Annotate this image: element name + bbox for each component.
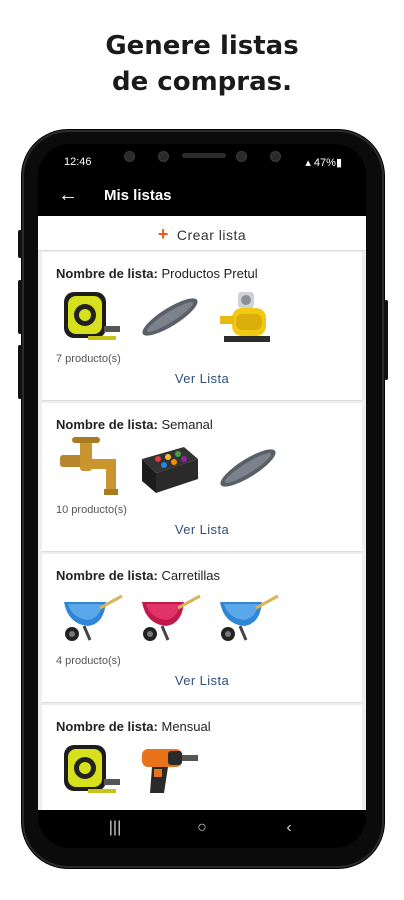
back-arrow-icon[interactable]: ← [58, 184, 78, 207]
camera-dot-icon [270, 151, 281, 162]
drill-icon[interactable] [138, 739, 202, 799]
product-count: 4 producto(s) [56, 655, 121, 667]
headline-line-2: de compras. [112, 67, 292, 97]
camera-dot-icon [158, 151, 169, 162]
phone-side-button [18, 280, 22, 334]
phone-side-button [18, 345, 22, 399]
list-name-value: Productos Pretul [161, 266, 258, 281]
camera-dot-icon [124, 151, 135, 162]
headline: Genere listas de compras. [0, 28, 404, 100]
system-nav-bar: ||| ○ ‹ [38, 810, 366, 848]
list-name-label: Nombre de lista: [56, 266, 158, 281]
signal-icon: ▴ [305, 157, 311, 169]
view-list-link[interactable]: Ver Lista [42, 371, 362, 386]
list-name-value: Carretillas [161, 568, 220, 583]
tape-measure-icon[interactable] [60, 286, 124, 346]
list-name-label: Nombre de lista: [56, 568, 158, 583]
camera-dot-icon [236, 151, 247, 162]
wheelbarrow-blue-icon[interactable] [60, 588, 124, 648]
product-count: 10 producto(s) [56, 504, 127, 516]
list-name-label: Nombre de lista: [56, 417, 158, 432]
toolbox-icon[interactable] [138, 437, 202, 497]
battery-indicator: ▴ 47%▮ [305, 156, 342, 169]
plus-icon: + [157, 224, 169, 244]
faucet-icon[interactable] [60, 437, 124, 497]
list-name: Nombre de lista: Semanal [56, 417, 213, 432]
recents-icon[interactable]: ||| [100, 819, 130, 837]
list-name-label: Nombre de lista: [56, 719, 158, 734]
status-time: 12:46 [64, 156, 92, 168]
wheelbarrow-blue-icon[interactable] [216, 588, 280, 648]
list-name: Nombre de lista: Carretillas [56, 568, 220, 583]
create-list-label: Crear lista [176, 227, 247, 243]
lists-container: + Crear lista Nombre de lista: Productos … [38, 216, 366, 810]
list-name-value: Mensual [161, 719, 211, 734]
phone-side-button [18, 230, 22, 258]
list-card: Nombre de lista: Carretillas 4 producto(… [42, 554, 362, 703]
page-title: Mis listas [104, 187, 172, 204]
list-name-value: Semanal [161, 417, 213, 432]
speaker-icon [182, 153, 226, 158]
create-list-button[interactable]: + Crear lista [38, 216, 366, 251]
list-card: Nombre de lista: Semanal 10 producto(s) … [42, 403, 362, 552]
product-thumbnails [60, 588, 360, 648]
status-bar: 12:46 ▴ 47%▮ [38, 144, 366, 178]
cover-icon[interactable] [216, 437, 280, 497]
tape-measure-icon[interactable] [60, 739, 124, 799]
view-list-link[interactable]: Ver Lista [42, 522, 362, 537]
product-thumbnails [60, 437, 360, 497]
list-card: Nombre de lista: Productos Pretul 7 prod… [42, 252, 362, 401]
home-icon[interactable]: ○ [187, 819, 217, 837]
product-count: 7 producto(s) [56, 353, 121, 365]
list-name: Nombre de lista: Productos Pretul [56, 266, 258, 281]
phone-side-button [384, 300, 388, 380]
app-bar: ← Mis listas [38, 178, 366, 216]
product-thumbnails [60, 286, 360, 346]
list-card: Nombre de lista: Mensual [42, 705, 362, 810]
cover-icon[interactable] [138, 286, 202, 346]
list-name: Nombre de lista: Mensual [56, 719, 211, 734]
nav-back-icon[interactable]: ‹ [274, 819, 304, 837]
view-list-link[interactable]: Ver Lista [42, 673, 362, 688]
battery-percent: 47% [313, 157, 336, 169]
phone-screen: 12:46 ▴ 47%▮ ← Mis listas + Crear lista N… [38, 144, 366, 848]
headline-line-1: Genere listas [105, 31, 299, 61]
water-pump-icon[interactable] [216, 286, 280, 346]
battery-icon: ▮ [335, 157, 342, 169]
product-thumbnails [60, 739, 360, 799]
wheelbarrow-red-icon[interactable] [138, 588, 202, 648]
